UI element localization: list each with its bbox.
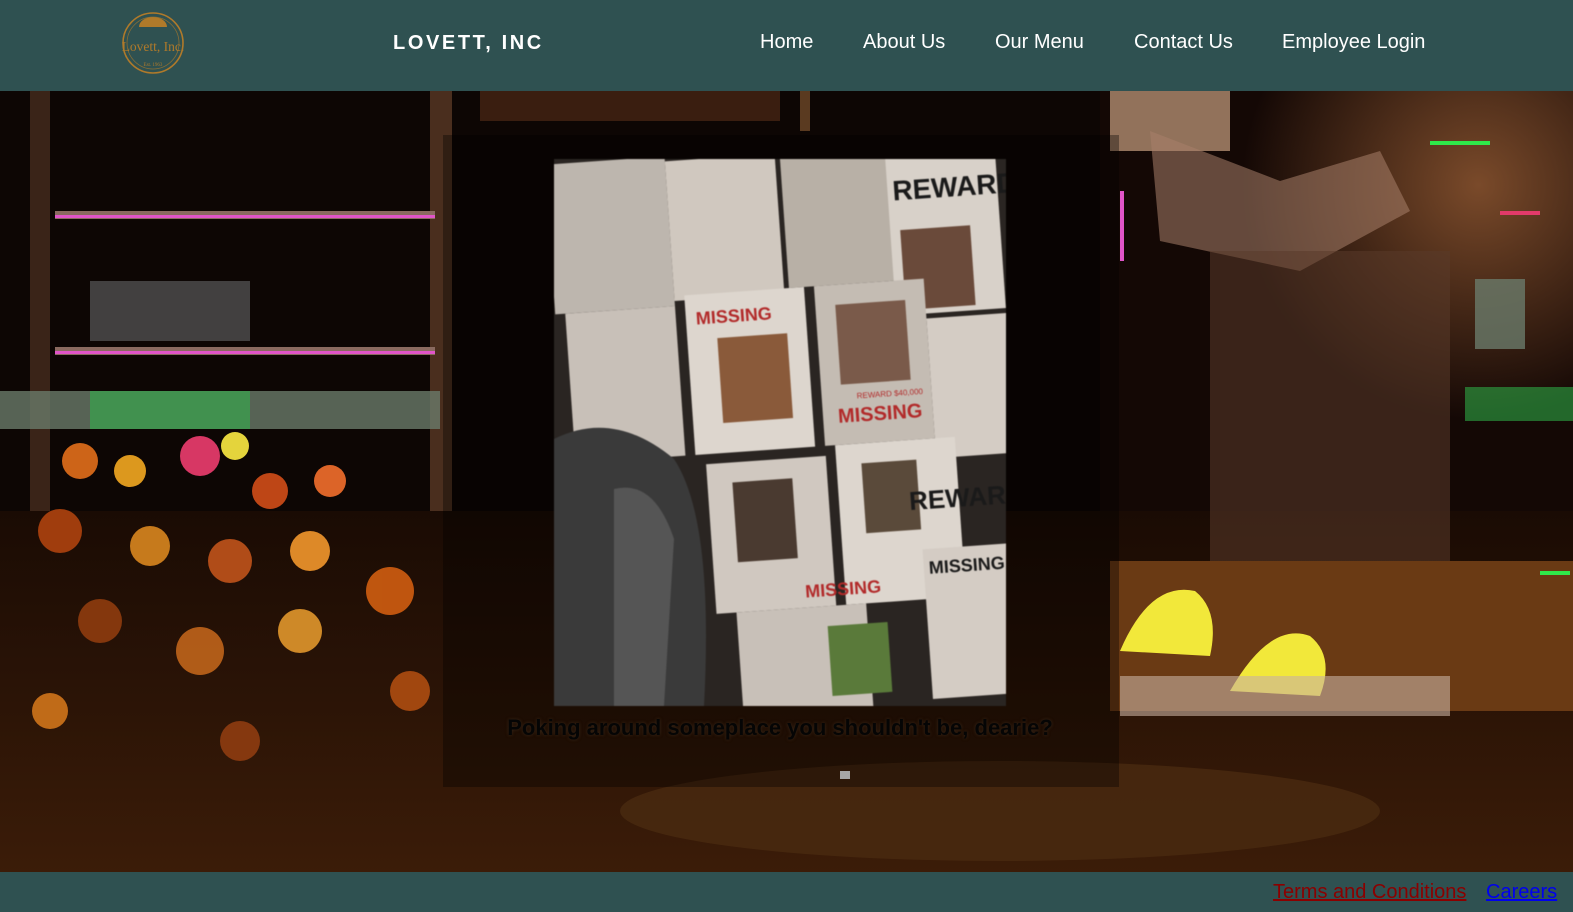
site-header: Lovett, Inc. Est. 1963 LOVETT, INC Home … <box>0 0 1573 91</box>
nav-about-us[interactable]: About Us <box>863 31 945 54</box>
nav-our-menu[interactable]: Our Menu <box>995 31 1084 54</box>
svg-text:Lovett, Inc.: Lovett, Inc. <box>122 39 185 54</box>
terms-link[interactable]: Terms and Conditions <box>1273 881 1466 904</box>
missing-posters-image: REWARD MISSING REWARD $40,000 MISSING RE… <box>554 159 1006 706</box>
hero-message: Poking around someplace you shouldn't be… <box>507 715 1053 740</box>
logo-icon[interactable]: Lovett, Inc. Est. 1963 <box>112 9 194 75</box>
nav-contact-us[interactable]: Contact Us <box>1134 31 1233 54</box>
nav-home[interactable]: Home <box>760 31 813 54</box>
brand-title: LOVETT, INC <box>393 32 544 54</box>
site-footer: Terms and Conditions Careers <box>0 872 1573 912</box>
hero-section: REWARD MISSING REWARD $40,000 MISSING RE… <box>0 91 1573 872</box>
careers-link[interactable]: Careers <box>1486 881 1557 904</box>
svg-text:Est. 1963: Est. 1963 <box>144 63 163 68</box>
nav-employee-login[interactable]: Employee Login <box>1282 31 1425 54</box>
